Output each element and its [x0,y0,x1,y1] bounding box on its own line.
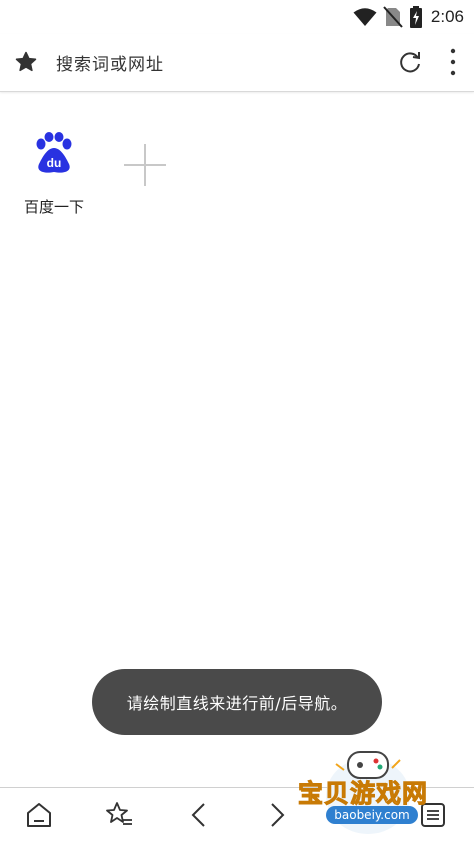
toast-message: 请绘制直线来进行前/后导航。 [92,669,382,735]
bookmarks-list-icon[interactable] [104,800,134,830]
battery-charging-icon [409,6,422,28]
address-bar[interactable]: 搜索词或网址 [0,34,474,92]
refresh-icon[interactable] [397,49,423,75]
watermark: 宝贝游戏网 baobeiy.com [296,746,446,836]
bookmark-star-icon[interactable] [14,50,38,74]
back-arrow-icon[interactable] [184,800,214,830]
watermark-title: 宝贝游戏网 [297,779,429,809]
baidu-paw-logo: du [36,132,72,173]
more-vertical-icon[interactable] [446,46,460,78]
clock-time: 2:06 [430,7,464,26]
speed-dial: du 百度一下 [0,120,474,230]
speed-dial-tile-baidu[interactable]: du 百度一下 [14,130,94,220]
forward-arrow-icon[interactable] [262,800,292,830]
plus-icon[interactable] [122,142,168,188]
speed-dial-tile-label: 百度一下 [23,198,84,216]
no-sim-icon [383,6,403,28]
browser-screen: 2:06 搜索词或网址 du 百度一下 请绘制直线来进行前/后导航。 宝贝游戏网… [0,0,474,842]
status-bar: 2:06 [0,0,474,34]
search-input[interactable]: 搜索词或网址 [56,50,164,75]
wifi-icon [353,8,377,26]
watermark-url: baobeiy.com [326,806,418,824]
home-icon[interactable] [24,800,54,830]
svg-text:du: du [47,156,62,170]
